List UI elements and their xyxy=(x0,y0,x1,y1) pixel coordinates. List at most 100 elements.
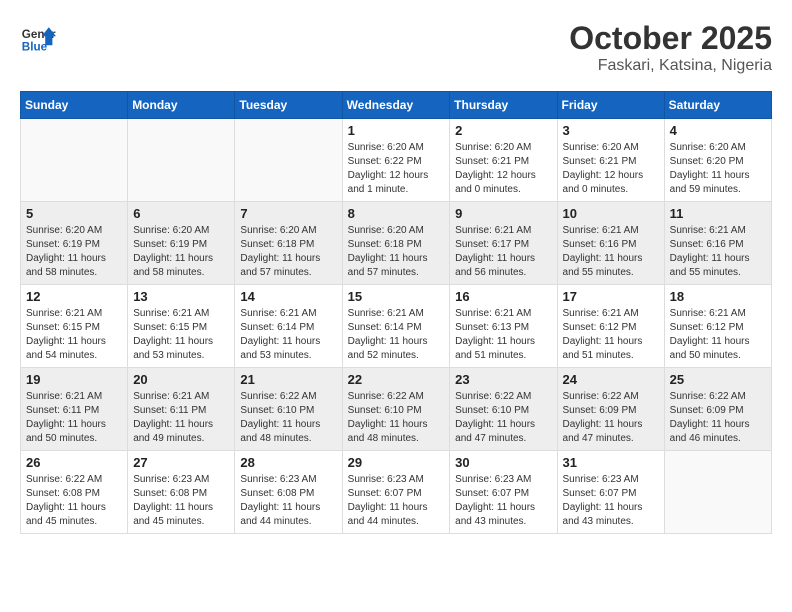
day-number: 18 xyxy=(670,289,766,304)
day-info: Sunrise: 6:22 AM Sunset: 6:09 PM Dayligh… xyxy=(563,390,659,446)
page-header: General Blue October 2025 Faskari, Katsi… xyxy=(20,20,772,75)
day-info: Sunrise: 6:21 AM Sunset: 6:17 PM Dayligh… xyxy=(455,224,551,280)
day-number: 1 xyxy=(348,123,445,138)
day-info: Sunrise: 6:20 AM Sunset: 6:21 PM Dayligh… xyxy=(563,141,659,197)
calendar-day-cell: 24 Sunrise: 6:22 AM Sunset: 6:09 PM Dayli… xyxy=(557,368,664,451)
weekday-header-tuesday: Tuesday xyxy=(235,92,342,119)
title-block: October 2025 Faskari, Katsina, Nigeria xyxy=(569,20,772,75)
day-number: 10 xyxy=(563,206,659,221)
weekday-header-friday: Friday xyxy=(557,92,664,119)
day-info: Sunrise: 6:23 AM Sunset: 6:07 PM Dayligh… xyxy=(455,473,551,529)
day-number: 23 xyxy=(455,372,551,387)
location-subtitle: Faskari, Katsina, Nigeria xyxy=(569,57,772,75)
calendar-day-cell: 7 Sunrise: 6:20 AM Sunset: 6:18 PM Daylig… xyxy=(235,202,342,285)
day-info: Sunrise: 6:22 AM Sunset: 6:10 PM Dayligh… xyxy=(240,390,336,446)
day-number: 8 xyxy=(348,206,445,221)
day-number: 6 xyxy=(133,206,229,221)
day-number: 28 xyxy=(240,455,336,470)
day-number: 2 xyxy=(455,123,551,138)
day-info: Sunrise: 6:20 AM Sunset: 6:22 PM Dayligh… xyxy=(348,141,445,197)
calendar-day-cell: 29Sunrise: 6:23 AM Sunset: 6:07 PM Dayli… xyxy=(342,451,450,534)
day-number: 9 xyxy=(455,206,551,221)
day-info: Sunrise: 6:23 AM Sunset: 6:08 PM Dayligh… xyxy=(133,473,229,529)
calendar-week-row: 19 Sunrise: 6:21 AM Sunset: 6:11 PM Dayli… xyxy=(21,368,772,451)
calendar-day-cell: 5 Sunrise: 6:20 AM Sunset: 6:19 PM Daylig… xyxy=(21,202,128,285)
day-number: 31 xyxy=(563,455,659,470)
calendar-day-cell: 27 Sunrise: 6:23 AM Sunset: 6:08 PM Dayli… xyxy=(128,451,235,534)
calendar-day-cell: 20Sunrise: 6:21 AM Sunset: 6:11 PM Dayli… xyxy=(128,368,235,451)
day-number: 30 xyxy=(455,455,551,470)
calendar-day-cell: 31 Sunrise: 6:23 AM Sunset: 6:07 PM Dayli… xyxy=(557,451,664,534)
day-number: 20 xyxy=(133,372,229,387)
month-title: October 2025 xyxy=(569,20,772,57)
day-info: Sunrise: 6:20 AM Sunset: 6:20 PM Dayligh… xyxy=(670,141,766,197)
day-info: Sunrise: 6:21 AM Sunset: 6:13 PM Dayligh… xyxy=(455,307,551,363)
calendar-day-cell: 3 Sunrise: 6:20 AM Sunset: 6:21 PM Daylig… xyxy=(557,119,664,202)
weekday-header-row: SundayMondayTuesdayWednesdayThursdayFrid… xyxy=(21,92,772,119)
calendar-day-cell: 1 Sunrise: 6:20 AM Sunset: 6:22 PM Daylig… xyxy=(342,119,450,202)
empty-cell xyxy=(21,119,128,202)
weekday-header-thursday: Thursday xyxy=(450,92,557,119)
day-info: Sunrise: 6:22 AM Sunset: 6:10 PM Dayligh… xyxy=(348,390,445,446)
weekday-header-sunday: Sunday xyxy=(21,92,128,119)
calendar-day-cell: 16Sunrise: 6:21 AM Sunset: 6:13 PM Dayli… xyxy=(450,285,557,368)
weekday-header-wednesday: Wednesday xyxy=(342,92,450,119)
calendar-week-row: 26 Sunrise: 6:22 AM Sunset: 6:08 PM Dayli… xyxy=(21,451,772,534)
day-info: Sunrise: 6:23 AM Sunset: 6:07 PM Dayligh… xyxy=(563,473,659,529)
calendar-day-cell: 18 Sunrise: 6:21 AM Sunset: 6:12 PM Dayli… xyxy=(664,285,771,368)
empty-cell xyxy=(128,119,235,202)
calendar-day-cell: 22 Sunrise: 6:22 AM Sunset: 6:10 PM Dayli… xyxy=(342,368,450,451)
day-info: Sunrise: 6:22 AM Sunset: 6:08 PM Dayligh… xyxy=(26,473,122,529)
calendar-week-row: 5 Sunrise: 6:20 AM Sunset: 6:19 PM Daylig… xyxy=(21,202,772,285)
calendar-day-cell: 26 Sunrise: 6:22 AM Sunset: 6:08 PM Dayli… xyxy=(21,451,128,534)
calendar-day-cell: 17Sunrise: 6:21 AM Sunset: 6:12 PM Dayli… xyxy=(557,285,664,368)
calendar-day-cell: 28Sunrise: 6:23 AM Sunset: 6:08 PM Dayli… xyxy=(235,451,342,534)
weekday-header-saturday: Saturday xyxy=(664,92,771,119)
day-info: Sunrise: 6:21 AM Sunset: 6:12 PM Dayligh… xyxy=(563,307,659,363)
day-number: 13 xyxy=(133,289,229,304)
weekday-header-monday: Monday xyxy=(128,92,235,119)
day-info: Sunrise: 6:21 AM Sunset: 6:14 PM Dayligh… xyxy=(240,307,336,363)
calendar-day-cell: 19 Sunrise: 6:21 AM Sunset: 6:11 PM Dayli… xyxy=(21,368,128,451)
day-info: Sunrise: 6:21 AM Sunset: 6:16 PM Dayligh… xyxy=(563,224,659,280)
calendar-day-cell: 11Sunrise: 6:21 AM Sunset: 6:16 PM Dayli… xyxy=(664,202,771,285)
calendar-day-cell: 8 Sunrise: 6:20 AM Sunset: 6:18 PM Daylig… xyxy=(342,202,450,285)
calendar-day-cell: 12 Sunrise: 6:21 AM Sunset: 6:15 PM Dayli… xyxy=(21,285,128,368)
day-info: Sunrise: 6:20 AM Sunset: 6:19 PM Dayligh… xyxy=(133,224,229,280)
day-number: 7 xyxy=(240,206,336,221)
day-number: 5 xyxy=(26,206,122,221)
day-info: Sunrise: 6:21 AM Sunset: 6:14 PM Dayligh… xyxy=(348,307,445,363)
day-number: 3 xyxy=(563,123,659,138)
day-number: 22 xyxy=(348,372,445,387)
calendar-day-cell: 2 Sunrise: 6:20 AM Sunset: 6:21 PM Daylig… xyxy=(450,119,557,202)
day-info: Sunrise: 6:21 AM Sunset: 6:15 PM Dayligh… xyxy=(26,307,122,363)
day-info: Sunrise: 6:22 AM Sunset: 6:09 PM Dayligh… xyxy=(670,390,766,446)
calendar-day-cell: 30 Sunrise: 6:23 AM Sunset: 6:07 PM Dayli… xyxy=(450,451,557,534)
day-info: Sunrise: 6:20 AM Sunset: 6:18 PM Dayligh… xyxy=(348,224,445,280)
day-info: Sunrise: 6:22 AM Sunset: 6:10 PM Dayligh… xyxy=(455,390,551,446)
calendar-day-cell: 25 Sunrise: 6:22 AM Sunset: 6:09 PM Dayli… xyxy=(664,368,771,451)
calendar-day-cell: 4 Sunrise: 6:20 AM Sunset: 6:20 PM Daylig… xyxy=(664,119,771,202)
day-number: 27 xyxy=(133,455,229,470)
day-number: 26 xyxy=(26,455,122,470)
day-info: Sunrise: 6:20 AM Sunset: 6:19 PM Dayligh… xyxy=(26,224,122,280)
day-info: Sunrise: 6:23 AM Sunset: 6:07 PM Dayligh… xyxy=(348,473,445,529)
calendar-day-cell: 9 Sunrise: 6:21 AM Sunset: 6:17 PM Daylig… xyxy=(450,202,557,285)
day-number: 25 xyxy=(670,372,766,387)
logo-icon: General Blue xyxy=(20,20,56,56)
day-number: 15 xyxy=(348,289,445,304)
calendar-day-cell: 13Sunrise: 6:21 AM Sunset: 6:15 PM Dayli… xyxy=(128,285,235,368)
day-number: 12 xyxy=(26,289,122,304)
calendar-day-cell: 15 Sunrise: 6:21 AM Sunset: 6:14 PM Dayli… xyxy=(342,285,450,368)
day-number: 4 xyxy=(670,123,766,138)
calendar-table: SundayMondayTuesdayWednesdayThursdayFrid… xyxy=(20,91,772,534)
calendar-week-row: 1 Sunrise: 6:20 AM Sunset: 6:22 PM Daylig… xyxy=(21,119,772,202)
empty-cell xyxy=(235,119,342,202)
day-number: 14 xyxy=(240,289,336,304)
day-info: Sunrise: 6:20 AM Sunset: 6:18 PM Dayligh… xyxy=(240,224,336,280)
day-number: 19 xyxy=(26,372,122,387)
day-info: Sunrise: 6:20 AM Sunset: 6:21 PM Dayligh… xyxy=(455,141,551,197)
day-info: Sunrise: 6:21 AM Sunset: 6:12 PM Dayligh… xyxy=(670,307,766,363)
day-info: Sunrise: 6:21 AM Sunset: 6:11 PM Dayligh… xyxy=(26,390,122,446)
day-number: 24 xyxy=(563,372,659,387)
